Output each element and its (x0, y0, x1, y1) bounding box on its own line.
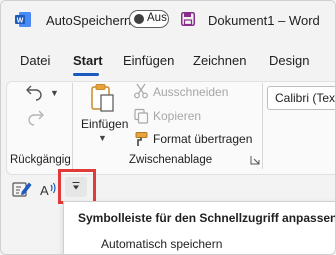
group-divider (72, 83, 73, 169)
tab-einfuegen[interactable]: Einfügen (123, 53, 174, 68)
tab-design[interactable]: Design (269, 53, 309, 68)
svg-text:A: A (40, 183, 49, 197)
svg-text:W: W (17, 18, 24, 25)
format-painter-button[interactable]: Format übertragen (153, 132, 252, 146)
cut-icon (134, 83, 148, 99)
read-aloud-icon[interactable]: A (40, 181, 58, 197)
save-icon[interactable] (181, 12, 195, 26)
edit-icon[interactable] (12, 180, 32, 198)
menu-header: Symbolleiste für den Schnellzugriff anpa… (78, 211, 336, 225)
active-tab-indicator (73, 73, 99, 76)
redo-icon (28, 110, 44, 126)
undo-dropdown-icon[interactable]: ▼ (50, 88, 59, 98)
format-painter-icon (135, 132, 148, 146)
autosave-state: Aus (147, 12, 167, 24)
highlight-box (58, 169, 96, 204)
copy-icon (134, 108, 149, 124)
toggle-knob (134, 14, 144, 24)
word-logo-icon: W (15, 12, 31, 27)
menu-item-autosave[interactable]: Automatisch speichern (101, 237, 222, 251)
tab-zeichnen[interactable]: Zeichnen (193, 53, 246, 68)
paste-dropdown-icon[interactable]: ▼ (98, 133, 107, 143)
ribbon-tabs: Datei Start Einfügen Zeichnen Design (1, 49, 335, 75)
undo-icon[interactable] (25, 83, 45, 101)
customize-qat-menu: Symbolleiste für den Schnellzugriff anpa… (63, 201, 336, 254)
cut-button[interactable]: Ausschneiden (153, 85, 228, 99)
font-name-value: Calibri (Text) (275, 91, 336, 105)
dialog-launcher-icon[interactable] (250, 155, 260, 165)
group-divider (262, 83, 263, 169)
tab-start[interactable]: Start (73, 53, 103, 68)
clipboard-group-label: Zwischenablage (129, 154, 213, 166)
paste-button[interactable]: Einfügen (81, 117, 128, 131)
word-window: W AutoSpeichern Aus Dokument1 – Word Dat… (0, 0, 336, 255)
copy-button[interactable]: Kopieren (153, 109, 201, 123)
document-title: Dokument1 – Word (208, 13, 320, 28)
font-name-box[interactable]: Calibri (Text) (267, 86, 336, 110)
autosave-label: AutoSpeichern (46, 13, 132, 28)
tab-datei[interactable]: Datei (20, 53, 50, 68)
undo-group-label: Rückgängig (10, 154, 71, 166)
paste-icon[interactable] (90, 83, 116, 113)
autosave-toggle[interactable]: Aus (129, 10, 169, 28)
